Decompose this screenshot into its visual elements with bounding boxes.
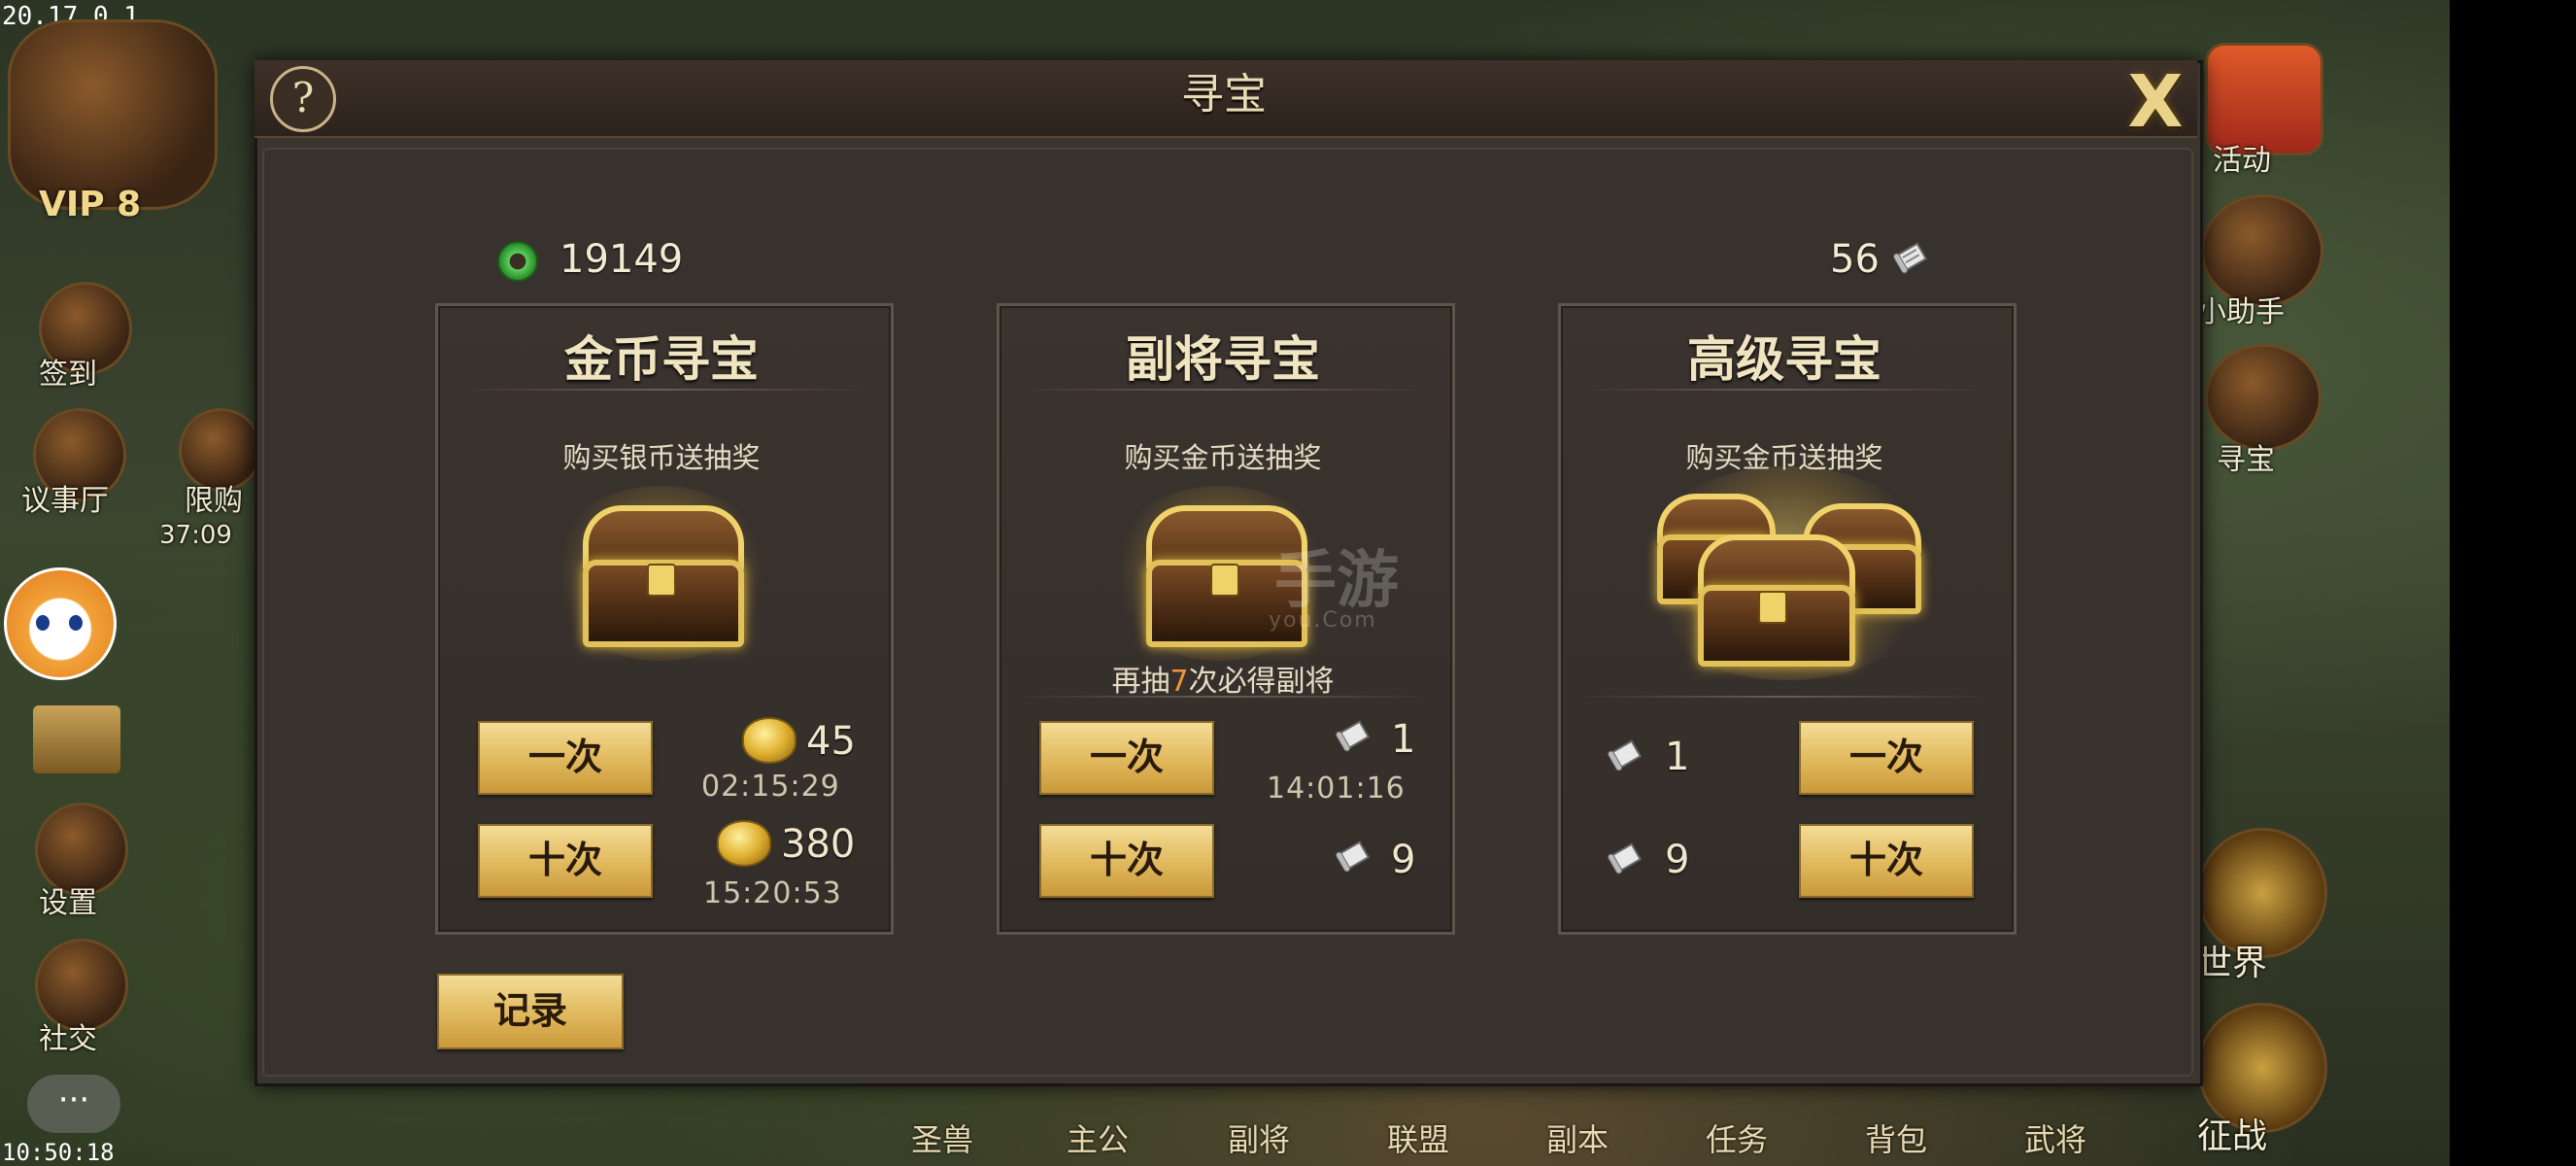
- help-button[interactable]: ?: [270, 66, 336, 132]
- right-menu-world[interactable]: 世界: [2197, 935, 2267, 985]
- bottom-nav-dungeon[interactable]: 副本: [1546, 1115, 1609, 1160]
- gold-once-button[interactable]: 一次: [478, 721, 653, 795]
- cat-mascot-icon[interactable]: [4, 567, 117, 680]
- deputy-ten-button[interactable]: 十次: [1039, 824, 1214, 898]
- deputy-once-button[interactable]: 一次: [1039, 721, 1214, 795]
- right-menu-treasure[interactable]: 寻宝: [2217, 435, 2275, 478]
- scroll-ticket-icon: [1336, 840, 1371, 873]
- watermark-subtext: you.Com: [1269, 608, 1377, 633]
- card-divider: [1579, 696, 1987, 698]
- deputy-ten-cost: 9: [1391, 838, 1416, 882]
- gold-ten-timer: 15:20:53: [703, 876, 842, 910]
- bottom-nav-quest[interactable]: 任务: [1706, 1115, 1768, 1160]
- scroll-ticket-icon: [1336, 720, 1371, 752]
- chest-lock: [647, 564, 676, 597]
- bottom-nav-bag[interactable]: 背包: [1865, 1115, 1927, 1160]
- gold-coin-stack-icon: [717, 820, 771, 867]
- bottom-nav-deputy[interactable]: 副将: [1228, 1115, 1290, 1160]
- left-menu-sign-in[interactable]: 签到: [39, 350, 97, 393]
- close-button[interactable]: X: [2121, 66, 2189, 138]
- chest-lock: [1210, 564, 1239, 597]
- deputy-once-timer: 14:01:16: [1267, 772, 1406, 806]
- record-button[interactable]: 记录: [437, 974, 624, 1049]
- pity-counter: 再抽7次必得副将: [997, 657, 1449, 700]
- dialog-title: 寻宝: [1181, 70, 1267, 120]
- gold-once-cost: 45: [806, 719, 856, 764]
- vip-badge: VIP 8: [39, 185, 142, 224]
- mascot-right-eye: [69, 615, 83, 631]
- card-deputy-subtitle: 购买金币送抽奖: [1124, 441, 1322, 474]
- scroll-ticket-icon: [1608, 842, 1643, 874]
- gold-coin-icon: [742, 717, 797, 764]
- left-menu-council[interactable]: 议事厅: [21, 476, 109, 519]
- pity-suffix: 次必得副将: [1188, 665, 1335, 699]
- left-menu-limited[interactable]: 限购: [185, 476, 243, 519]
- left-menu-settings[interactable]: 设置: [39, 878, 97, 921]
- right-menu-assistant[interactable]: 小助手: [2197, 288, 2285, 330]
- gold-ten-cost: 380: [781, 822, 856, 867]
- scroll-amount: 56: [1830, 237, 1880, 282]
- advanced-ten-button[interactable]: 十次: [1799, 824, 1974, 898]
- card-advanced-title: 高级寻宝: [1687, 330, 1881, 388]
- card-deputy-title: 副将寻宝: [1126, 330, 1320, 388]
- gold-once-timer: 02:15:29: [701, 770, 840, 804]
- mascot-left-eye: [36, 615, 50, 631]
- bottom-nav-alliance[interactable]: 联盟: [1387, 1115, 1449, 1160]
- triple-chest-icon: [1657, 494, 1929, 669]
- scroll-ticket-icon: [1893, 242, 1928, 274]
- right-menu-campaign[interactable]: 征战: [2197, 1108, 2267, 1158]
- card-divider: [457, 389, 864, 391]
- pity-count: 7: [1169, 665, 1189, 699]
- card-gold-title: 金币寻宝: [564, 330, 759, 388]
- clock-label: 10:50:18: [2, 1139, 115, 1166]
- mail-envelope-icon[interactable]: [33, 705, 120, 773]
- watermark-text: 手游: [1274, 545, 1399, 617]
- bottom-nav-generals[interactable]: 武将: [2024, 1115, 2086, 1160]
- card-divider: [1018, 389, 1426, 391]
- chat-bubble-icon[interactable]: ···: [27, 1075, 120, 1133]
- bottom-nav-sacred-beast[interactable]: 圣兽: [911, 1115, 973, 1160]
- deputy-once-cost: 1: [1391, 717, 1416, 762]
- jade-amount: 19149: [559, 237, 684, 282]
- player-avatar[interactable]: [8, 19, 218, 210]
- limited-timer: 37:09: [159, 521, 232, 550]
- jade-currency-icon: [497, 241, 538, 282]
- gold-ten-button[interactable]: 十次: [478, 824, 653, 898]
- bottom-nav-lord[interactable]: 主公: [1067, 1115, 1129, 1160]
- advanced-once-cost: 1: [1665, 735, 1690, 779]
- advanced-ten-cost: 9: [1665, 838, 1690, 882]
- card-gold-subtitle: 购买银币送抽奖: [562, 441, 761, 474]
- card-divider: [1018, 696, 1426, 698]
- left-menu-social[interactable]: 社交: [39, 1014, 97, 1057]
- single-chest-icon: [583, 505, 744, 647]
- chest-lock: [1758, 591, 1787, 624]
- scroll-ticket-icon: [1608, 739, 1643, 772]
- screen-edge-bar: [2450, 0, 2576, 1166]
- advanced-once-button[interactable]: 一次: [1799, 721, 1974, 795]
- right-menu-activity[interactable]: 活动: [2213, 136, 2271, 179]
- card-divider: [1579, 389, 1987, 391]
- pity-prefix: 再抽: [1111, 665, 1170, 699]
